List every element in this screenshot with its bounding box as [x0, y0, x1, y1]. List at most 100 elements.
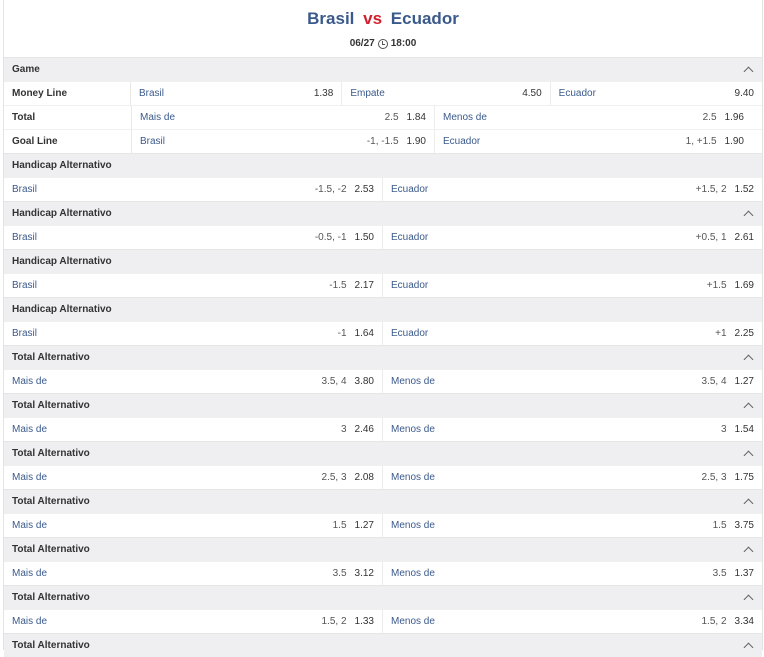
away-team: Ecuador	[390, 9, 459, 28]
game-section-header[interactable]: Game	[4, 57, 762, 81]
chevron-up-icon[interactable]	[743, 66, 754, 77]
chevron-up-icon[interactable]	[743, 498, 754, 509]
odds-line: +1	[715, 328, 727, 339]
odds-price: 1.37	[734, 568, 754, 579]
section-title: Total Alternativo	[12, 448, 90, 459]
odds-cell[interactable]: Ecuador +1 2.25	[383, 322, 762, 345]
chevron-up-icon[interactable]	[743, 450, 754, 461]
odds-price: 1.84	[406, 112, 426, 123]
chevron-up-icon[interactable]	[743, 354, 754, 365]
odds-line: 2.5, 3	[321, 472, 347, 483]
section-title: Game	[12, 64, 40, 75]
odds-price: 1.33	[354, 616, 374, 627]
market-section-header[interactable]: Total Alternativo	[4, 537, 762, 561]
selection-name: Ecuador	[391, 232, 429, 243]
odds-cell[interactable]: Menos de 1.5, 2 3.34	[383, 610, 762, 633]
odds-cell[interactable]: Ecuador +1.5, 2 1.52	[383, 178, 762, 201]
odds-cell[interactable]: Brasil -1, -1.5 1.90	[132, 130, 435, 153]
selection-name: Ecuador	[391, 328, 429, 339]
odds-line: 3.5, 4	[701, 376, 727, 387]
odds-line: +1.5, 2	[695, 184, 727, 195]
match-datetime: 06/27 18:00	[4, 38, 762, 49]
market-section-header[interactable]: Total Alternativo	[4, 633, 762, 657]
market-section-header[interactable]: Total Alternativo	[4, 441, 762, 465]
market-section-header[interactable]: Total Alternativo	[4, 393, 762, 417]
odds-cell[interactable]: Menos de 1.5 3.75	[383, 514, 762, 537]
odds-cell[interactable]: Menos de 2.5 1.96	[435, 106, 752, 129]
market-row: Mais de 3 2.46 Menos de 3 1.54	[4, 417, 762, 441]
odds-cell[interactable]: Brasil -0.5, -1 1.50	[4, 226, 383, 249]
selection-name: Brasil	[12, 280, 38, 291]
odds-cell[interactable]: Menos de 3.5 1.37	[383, 562, 762, 585]
chevron-up-icon[interactable]	[743, 402, 754, 413]
selection-name: Brasil	[140, 136, 166, 147]
section-title: Total Alternativo	[12, 544, 90, 555]
clock-icon	[377, 38, 388, 49]
odds-cell[interactable]: Mais de 1.5 1.27	[4, 514, 383, 537]
odds-cell[interactable]: Mais de 2.5 1.84	[132, 106, 435, 129]
market-row: Mais de 2.5, 3 2.08 Menos de 2.5, 3 1.75	[4, 465, 762, 489]
odds-cell[interactable]: Ecuador 1, +1.5 1.90	[435, 130, 752, 153]
odds-line: -1, -1.5	[366, 136, 399, 147]
odds-cell[interactable]: Mais de 3.5, 4 3.80	[4, 370, 383, 393]
odds-cell[interactable]: Ecuador +0.5, 1 2.61	[383, 226, 762, 249]
odds-price: 2.53	[354, 184, 374, 195]
selection-name: Menos de	[391, 376, 435, 387]
selection-name: Mais de	[12, 376, 48, 387]
odds-line: 1.5	[332, 520, 347, 531]
odds-price: 1.52	[734, 184, 754, 195]
chevron-up-icon[interactable]	[743, 546, 754, 557]
odds-price: 4.50	[522, 88, 542, 99]
odds-cell[interactable]: Brasil 1.38	[131, 82, 343, 105]
market-section-header[interactable]: Handicap Alternativo	[4, 153, 762, 177]
odds-cell[interactable]: Empate 4.50	[342, 82, 551, 105]
odds-price: 1.50	[354, 232, 374, 243]
odds-price: 1.54	[734, 424, 754, 435]
section-title: Handicap Alternativo	[12, 256, 112, 267]
market-row: Brasil -0.5, -1 1.50 Ecuador +0.5, 1 2.6…	[4, 225, 762, 249]
selection-name: Menos de	[391, 424, 435, 435]
odds-cell[interactable]: Menos de 3 1.54	[383, 418, 762, 441]
market-section-header[interactable]: Handicap Alternativo	[4, 297, 762, 321]
odds-price: 2.17	[354, 280, 374, 291]
odds-price: 1.90	[406, 136, 426, 147]
odds-cell[interactable]: Mais de 3.5 3.12	[4, 562, 383, 585]
market-section-header[interactable]: Total Alternativo	[4, 585, 762, 609]
market-label: Money Line	[4, 82, 131, 105]
odds-cell[interactable]: Mais de 3 2.46	[4, 418, 383, 441]
market-row: Mais de 1.5, 2 1.33 Menos de 1.5, 2 3.34	[4, 609, 762, 633]
odds-cell[interactable]: Brasil -1.5, -2 2.53	[4, 178, 383, 201]
chevron-up-icon[interactable]	[743, 642, 754, 653]
odds-line: 1, +1.5	[685, 136, 717, 147]
odds-cell[interactable]: Ecuador 9.40	[551, 82, 762, 105]
odds-cell[interactable]: Menos de 3.5, 4 1.27	[383, 370, 762, 393]
odds-cell[interactable]: Mais de 2.5, 3 2.08	[4, 466, 383, 489]
odds-cell[interactable]: Menos de 2.5, 3 1.75	[383, 466, 762, 489]
market-section-header[interactable]: Total Alternativo	[4, 489, 762, 513]
chevron-up-icon[interactable]	[743, 210, 754, 221]
odds-price: 2.46	[354, 424, 374, 435]
odds-cell[interactable]: Brasil -1.5 2.17	[4, 274, 383, 297]
selection-name: Ecuador	[391, 184, 429, 195]
odds-price: 1.64	[354, 328, 374, 339]
vs-label: vs	[363, 9, 383, 28]
market-section-header[interactable]: Handicap Alternativo	[4, 201, 762, 225]
odds-line: 3.5	[332, 568, 347, 579]
section-title: Total Alternativo	[12, 400, 90, 411]
selection-name: Brasil	[12, 328, 38, 339]
market-section-header[interactable]: Handicap Alternativo	[4, 249, 762, 273]
selection-name: Menos de	[391, 472, 435, 483]
selection-name: Ecuador	[391, 280, 429, 291]
odds-price: 2.61	[734, 232, 754, 243]
chevron-up-icon[interactable]	[743, 594, 754, 605]
selection-name: Mais de	[12, 424, 48, 435]
selection-name: Menos de	[443, 112, 487, 123]
selection-name: Ecuador	[558, 88, 596, 99]
odds-line: 2.5	[384, 112, 399, 123]
odds-cell[interactable]: Mais de 1.5, 2 1.33	[4, 610, 383, 633]
match-header: Brasil vs Ecuador 06/27 18:00	[4, 0, 762, 57]
odds-cell[interactable]: Brasil -1 1.64	[4, 322, 383, 345]
market-section-header[interactable]: Total Alternativo	[4, 345, 762, 369]
selection-name: Brasil	[12, 232, 38, 243]
odds-cell[interactable]: Ecuador +1.5 1.69	[383, 274, 762, 297]
